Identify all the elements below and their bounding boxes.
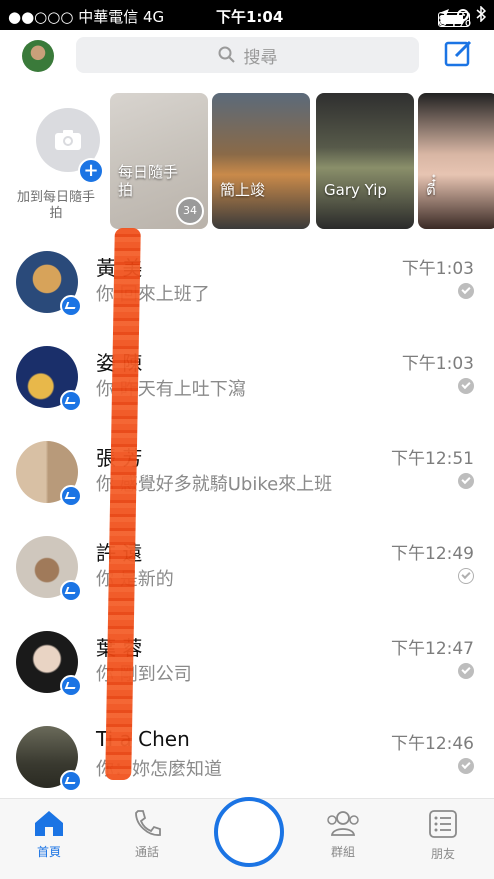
conversation-row[interactable]: 姿 陳 你 昨天有上吐下瀉 下午1:03 (0, 335, 494, 430)
tab-home[interactable]: 首頁 (14, 809, 84, 860)
clock: 下午1:04 (216, 8, 284, 26)
conversation-row[interactable]: 張 芳 你 感覺好多就騎Ubike來上班 下午12:51 (0, 430, 494, 525)
conversation-row[interactable]: 許 遠 你 是新的 下午12:49 (0, 525, 494, 620)
tab-friends[interactable]: 朋友 (408, 809, 478, 862)
messenger-badge-icon (60, 675, 82, 697)
group-icon (327, 811, 359, 836)
story-label: 簡上竣 (220, 181, 266, 199)
read-receipt-icon (458, 283, 474, 299)
story-card[interactable]: ตี๋๋ (418, 93, 494, 229)
search-bar[interactable]: 搜尋 (76, 37, 419, 73)
tab-calls[interactable]: 通話 (112, 809, 182, 860)
story-card[interactable]: 每日隨手拍 34 (110, 93, 208, 229)
messenger-badge-icon (60, 390, 82, 412)
carrier-label: ●●○○○ 中華電信 4G (8, 8, 165, 26)
tab-label: 通話 (134, 845, 159, 859)
home-icon (35, 811, 63, 836)
message-time: 下午1:03 (401, 354, 474, 374)
story-card[interactable]: 簡上竣 (212, 93, 310, 229)
messenger-badge-icon (60, 770, 82, 792)
profile-avatar[interactable] (22, 40, 54, 72)
story-card[interactable]: Gary Yip (316, 93, 414, 229)
status-icons: 84% (438, 6, 486, 30)
story-label: 每日隨手拍 (118, 163, 179, 199)
messenger-badge-icon (60, 580, 82, 602)
tab-label: 朋友 (430, 847, 455, 861)
read-receipt-icon (458, 663, 474, 679)
message-time: 下午12:49 (391, 544, 474, 564)
message-time: 下午1:03 (401, 259, 474, 279)
tab-label: 首頁 (36, 845, 61, 859)
camera-icon (55, 130, 81, 150)
message-time: 下午12:46 (391, 734, 474, 754)
conversation-row[interactable]: 葉 蓉 你 剛到公司 下午12:47 (0, 620, 494, 715)
story-count-badge: 34 (176, 197, 204, 225)
battery-icon (438, 12, 470, 27)
sent-receipt-icon (458, 568, 474, 584)
message-time: 下午12:47 (391, 639, 474, 659)
message-time: 下午12:51 (391, 449, 474, 469)
conversation-row[interactable]: Ti a Chen 你：妳怎麼知道 下午12:46 (0, 715, 494, 810)
read-receipt-icon (458, 378, 474, 394)
top-bar: 搜尋 (0, 30, 494, 82)
compose-icon[interactable] (444, 38, 474, 68)
messenger-badge-icon (60, 295, 82, 317)
search-icon (218, 46, 235, 63)
bluetooth-icon (476, 6, 486, 22)
status-bar: ●●○○○ 中華電信 4G 下午1:04 84% (0, 0, 494, 30)
tab-label: 群組 (330, 845, 355, 859)
camera-capture-button[interactable] (214, 797, 284, 867)
messenger-badge-icon (60, 485, 82, 507)
conversation-row[interactable]: 黃 美 你 回來上班了 下午1:03 (0, 240, 494, 335)
add-plus-icon[interactable]: + (78, 158, 104, 184)
story-label: ตี๋๋ (426, 181, 436, 199)
add-story-label: 加到每日隨手拍 (16, 190, 95, 221)
read-receipt-icon (458, 758, 474, 774)
story-label: Gary Yip (324, 181, 387, 199)
tab-bar: 首頁 通話 群組 朋友 (0, 797, 494, 879)
tab-groups[interactable]: 群組 (308, 809, 378, 860)
stories-row: + 加到每日隨手拍 每日隨手拍 34 簡上竣 Gary Yip ตี๋๋ (0, 90, 494, 230)
phone-icon (135, 810, 161, 836)
friends-list-icon (429, 810, 457, 838)
search-placeholder: 搜尋 (243, 47, 278, 68)
read-receipt-icon (458, 473, 474, 489)
